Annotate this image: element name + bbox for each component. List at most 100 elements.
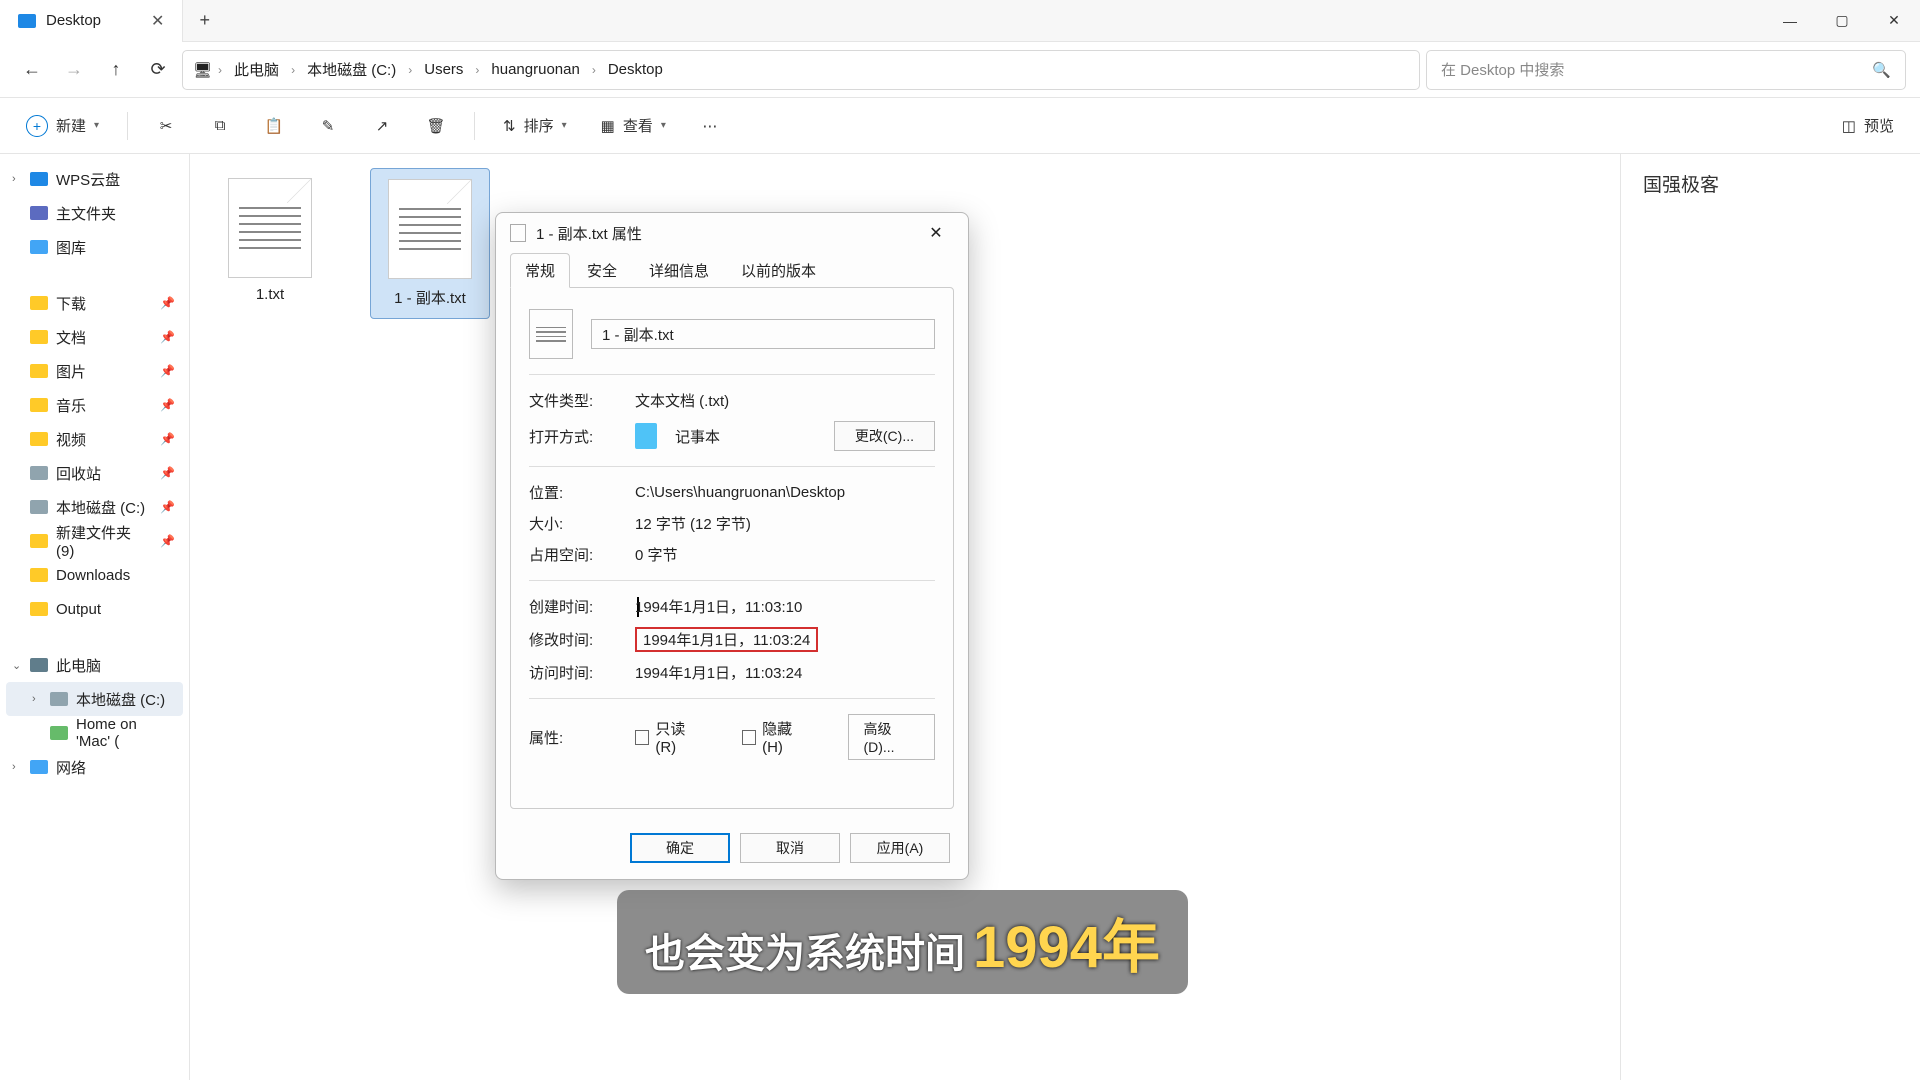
pin-icon: 📌: [160, 534, 175, 548]
more-button[interactable]: ⋯: [690, 107, 730, 145]
sidebar-item-thispc[interactable]: ⌄此电脑: [6, 648, 183, 682]
share-button[interactable]: ↗: [362, 107, 402, 145]
openwith-value: 记事本: [675, 426, 720, 447]
browser-tab[interactable]: Desktop ✕: [0, 0, 183, 42]
openwith-label: 打开方式:: [529, 426, 617, 447]
sort-icon: ⇅: [503, 117, 516, 135]
dialog-titlebar[interactable]: 1 - 副本.txt 属性 ✕: [496, 213, 968, 253]
crumb-thispc[interactable]: 此电脑: [228, 57, 285, 82]
created-label: 创建时间:: [529, 596, 617, 617]
sidebar-item-drive-c-2[interactable]: ›本地磁盘 (C:): [6, 682, 183, 716]
new-tab-button[interactable]: +: [183, 10, 226, 31]
filename-input[interactable]: 1 - 副本.txt: [591, 319, 935, 349]
pin-icon: 📌: [160, 296, 175, 310]
new-button[interactable]: + 新建 ▾: [16, 107, 109, 145]
sidebar-item-drive-c[interactable]: 本地磁盘 (C:)📌: [6, 490, 183, 524]
tab-title: Desktop: [46, 12, 101, 29]
rename-button[interactable]: ✎: [308, 107, 348, 145]
sidebar-item-music[interactable]: 音乐📌: [6, 388, 183, 422]
hidden-checkbox[interactable]: 隐藏(H): [742, 718, 811, 756]
file-icon: [510, 224, 526, 242]
tab-security[interactable]: 安全: [572, 253, 632, 288]
sidebar-item-downloads-cn[interactable]: 下载📌: [6, 286, 183, 320]
minimize-button[interactable]: —: [1764, 0, 1816, 42]
pin-icon: 📌: [160, 432, 175, 446]
pc-icon: 🖥: [193, 61, 212, 79]
refresh-button[interactable]: ⟳: [140, 52, 176, 88]
sidebar-item-documents[interactable]: 文档📌: [6, 320, 183, 354]
attributes-label: 属性:: [529, 727, 617, 748]
folder-icon: [18, 14, 36, 28]
titlebar: Desktop ✕ + — ▢ ✕: [0, 0, 1920, 42]
change-button[interactable]: 更改(C)...: [834, 421, 935, 451]
tab-details[interactable]: 详细信息: [634, 253, 724, 288]
sidebar-item-gallery[interactable]: 图库: [6, 230, 183, 264]
sidebar-item-output[interactable]: Output: [6, 592, 183, 626]
breadcrumb-path[interactable]: 🖥 › 此电脑 › 本地磁盘 (C:) › Users › huangruona…: [182, 50, 1420, 90]
pin-icon: 📌: [160, 500, 175, 514]
subtitle-caption: 也会变为系统时间 1994年: [617, 890, 1188, 994]
location-value: C:\Users\huangruonan\Desktop: [635, 484, 845, 501]
sidebar-item-videos[interactable]: 视频📌: [6, 422, 183, 456]
sidebar-item-newfolder[interactable]: 新建文件夹 (9)📌: [6, 524, 183, 558]
window-controls: — ▢ ✕: [1764, 0, 1920, 42]
maximize-button[interactable]: ▢: [1816, 0, 1868, 42]
properties-dialog: 1 - 副本.txt 属性 ✕ 常规 安全 详细信息 以前的版本 1 - 副本.…: [495, 212, 969, 880]
address-bar: ← → ↑ ⟳ 🖥 › 此电脑 › 本地磁盘 (C:) › Users › hu…: [0, 42, 1920, 98]
sidebar-item-network[interactable]: ›网络: [6, 750, 183, 784]
crumb-desktop[interactable]: Desktop: [602, 59, 669, 80]
crumb-user[interactable]: huangruonan: [485, 59, 585, 80]
cut-button[interactable]: ✂: [146, 107, 186, 145]
dialog-tabs: 常规 安全 详细信息 以前的版本: [496, 253, 968, 288]
modified-label: 修改时间:: [529, 629, 617, 650]
sidebar: ›WPS云盘 主文件夹 图库 下载📌 文档📌 图片📌 音乐📌 视频📌 回收站📌 …: [0, 154, 190, 1080]
search-placeholder: 在 Desktop 中搜索: [1441, 59, 1564, 80]
sidebar-item-recycle[interactable]: 回收站📌: [6, 456, 183, 490]
delete-button[interactable]: 🗑: [416, 107, 456, 145]
close-window-button[interactable]: ✕: [1868, 0, 1920, 42]
view-button[interactable]: ▦ 查看 ▾: [591, 107, 676, 145]
preview-button[interactable]: ◫ 预览: [1832, 107, 1904, 145]
back-button[interactable]: ←: [14, 52, 50, 88]
view-icon: ▦: [601, 117, 615, 135]
up-button[interactable]: ↑: [98, 52, 134, 88]
pin-icon: 📌: [160, 364, 175, 378]
location-label: 位置:: [529, 482, 617, 503]
forward-button[interactable]: →: [56, 52, 92, 88]
notepad-icon: [635, 423, 657, 449]
text-file-icon: [388, 179, 472, 279]
search-input[interactable]: 在 Desktop 中搜索 🔍: [1426, 50, 1906, 90]
crumb-drive[interactable]: 本地磁盘 (C:): [301, 57, 402, 82]
sidebar-item-wps[interactable]: ›WPS云盘: [6, 162, 183, 196]
preview-icon: ◫: [1842, 117, 1856, 135]
sidebar-item-downloads-en[interactable]: Downloads: [6, 558, 183, 592]
file-name: 1.txt: [256, 286, 284, 303]
caption-year: 1994年: [973, 900, 1160, 984]
readonly-checkbox[interactable]: 只读(R): [635, 718, 704, 756]
cancel-button[interactable]: 取消: [740, 833, 840, 863]
sidebar-item-home[interactable]: 主文件夹: [6, 196, 183, 230]
file-item-1[interactable]: 1.txt: [210, 168, 330, 313]
apply-button[interactable]: 应用(A): [850, 833, 950, 863]
tab-general[interactable]: 常规: [510, 253, 570, 288]
sort-button[interactable]: ⇅ 排序 ▾: [493, 107, 577, 145]
modified-highlight: 1994年1月1日，11:03:24: [635, 627, 818, 652]
sidebar-item-home-mac[interactable]: Home on 'Mac' (: [6, 716, 183, 750]
dialog-buttons: 确定 取消 应用(A): [496, 823, 968, 879]
copy-button[interactable]: ⧉: [200, 107, 240, 145]
caption-text: 也会变为系统时间: [645, 921, 965, 979]
sidebar-item-pictures[interactable]: 图片📌: [6, 354, 183, 388]
created-value: 1994年1月1日，11:03:10: [635, 596, 802, 617]
tab-previous[interactable]: 以前的版本: [726, 253, 831, 288]
type-label: 文件类型:: [529, 390, 617, 411]
search-icon: 🔍: [1872, 61, 1891, 79]
file-item-2[interactable]: 1 - 副本.txt: [370, 168, 490, 319]
crumb-users[interactable]: Users: [418, 59, 469, 80]
dialog-close-button[interactable]: ✕: [918, 217, 954, 249]
advanced-button[interactable]: 高级(D)...: [848, 714, 935, 760]
ok-button[interactable]: 确定: [630, 833, 730, 863]
toolbar: + 新建 ▾ ✂ ⧉ 📋 ✎ ↗ 🗑 ⇅ 排序 ▾ ▦ 查看 ▾ ⋯ ◫ 预览: [0, 98, 1920, 154]
watermark-text: 国强极客: [1643, 170, 1898, 197]
close-tab-icon[interactable]: ✕: [151, 11, 164, 31]
paste-button[interactable]: 📋: [254, 107, 294, 145]
